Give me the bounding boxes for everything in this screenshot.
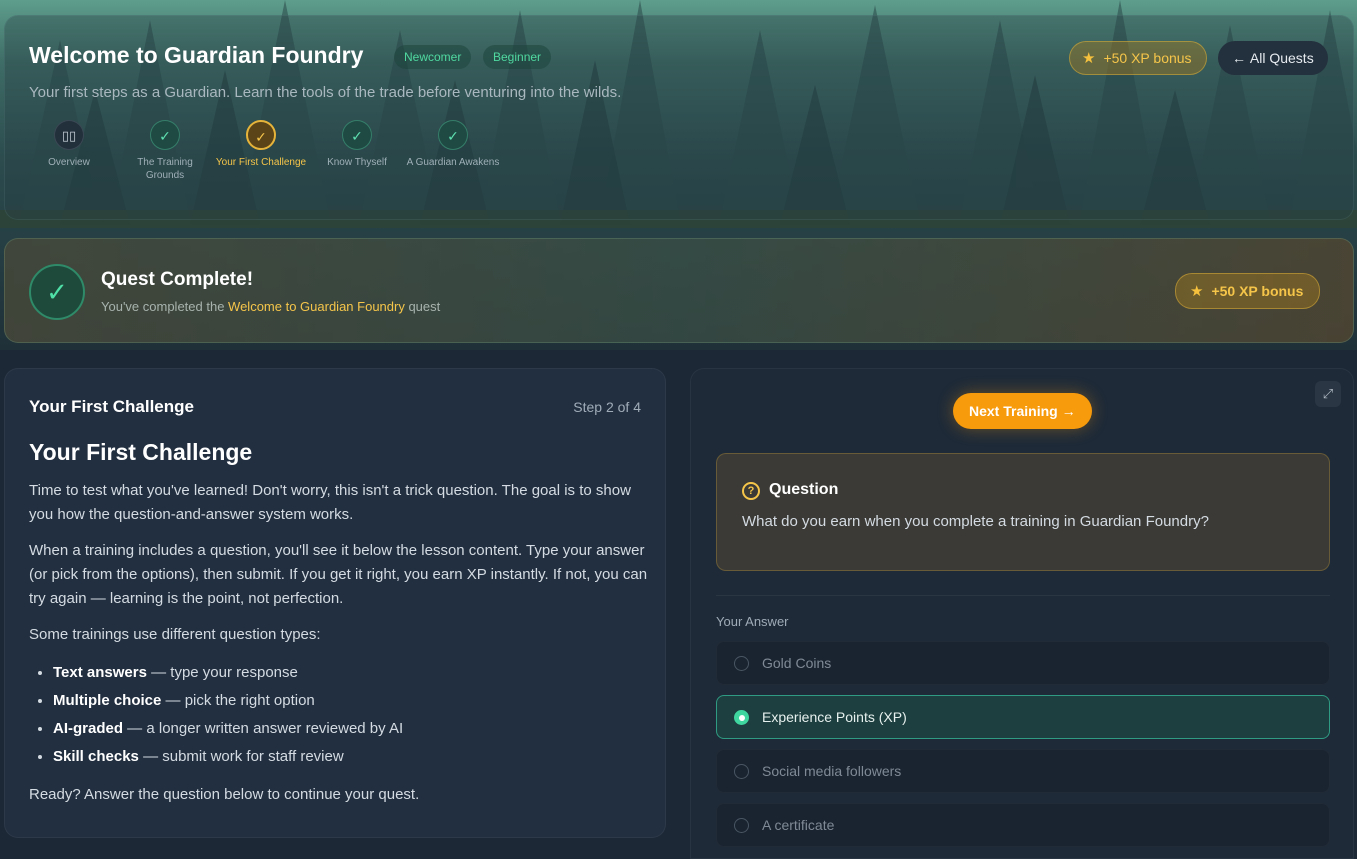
- check-icon: ✓: [342, 120, 372, 150]
- list-item-bold: Text answers: [53, 664, 147, 681]
- radio-button[interactable]: [734, 818, 749, 833]
- step-first-challenge[interactable]: ✓ Your First Challenge: [213, 120, 309, 169]
- question-box: ? Question What do you earn when you com…: [716, 453, 1330, 571]
- all-quests-button[interactable]: ← All Quests: [1218, 41, 1328, 75]
- arrow-left-icon: ←: [1232, 50, 1246, 66]
- quest-complete-subtitle: You've completed the Welcome to Guardian…: [101, 299, 440, 314]
- list-item-bold: AI-graded: [53, 720, 124, 737]
- check-circle-icon: ✓: [29, 264, 85, 320]
- book-icon: ▯▯: [54, 120, 84, 150]
- list-item-bold: Skill checks: [53, 748, 139, 765]
- list-item-text: — pick the right option: [161, 692, 315, 709]
- radio-button[interactable]: [734, 764, 749, 779]
- next-training-button[interactable]: Next Training →: [953, 393, 1092, 429]
- question-panel: ⤢ Next Training → ? Question What do you…: [690, 368, 1354, 859]
- star-icon: ★: [1190, 283, 1204, 300]
- list-item-text: — submit work for staff review: [138, 748, 344, 765]
- radio-button[interactable]: [734, 656, 749, 671]
- subtitle-prefix: You've completed the: [101, 299, 229, 314]
- lesson-paragraph: Time to test what you've learned! Don't …: [29, 482, 631, 523]
- xp-bonus-badge: ★ +50 XP bonus: [1069, 41, 1207, 75]
- check-icon: ✓: [150, 120, 180, 150]
- list-item-text: — a longer written answer reviewed by AI: [123, 720, 404, 737]
- answer-label: Your Answer: [716, 614, 789, 629]
- check-icon: ✓: [246, 120, 276, 150]
- list-item: AI-graded — a longer written answer revi…: [53, 715, 649, 743]
- lesson-body: Your First Challenge Time to test what y…: [29, 439, 649, 819]
- lesson-card-title: Your First Challenge: [29, 397, 194, 416]
- step-label: Know Thyself: [327, 157, 387, 168]
- xp-bonus-label: +50 XP bonus: [1103, 50, 1192, 66]
- step-label: The Training Grounds: [137, 157, 193, 181]
- divider: [716, 595, 1330, 596]
- lesson-heading: Your First Challenge: [29, 439, 253, 465]
- check-icon: ✓: [438, 120, 468, 150]
- tag-beginner: Beginner: [483, 45, 552, 69]
- all-quests-label: All Quests: [1249, 50, 1314, 66]
- step-tracker: ▯▯ Overview ✓ The Training Grounds ✓ You…: [5, 120, 505, 200]
- list-item-bold: Multiple choice: [53, 692, 162, 709]
- list-item: Text answers — type your response: [53, 659, 649, 687]
- quest-title: Welcome to Guardian Foundry: [29, 42, 364, 68]
- star-icon: ★: [1082, 50, 1096, 67]
- lesson-paragraph: When a training includes a question, you…: [29, 542, 648, 607]
- lesson-card: Your First Challenge Step 2 of 4 Your Fi…: [4, 368, 666, 838]
- lesson-paragraph: Ready? Answer the question below to cont…: [29, 786, 420, 803]
- quest-header: Welcome to Guardian Foundry Newcomer Beg…: [4, 15, 1354, 220]
- list-item: Skill checks — submit work for staff rev…: [53, 743, 649, 771]
- step-label: Overview: [48, 157, 90, 168]
- question-circle-icon: ?: [742, 482, 760, 500]
- quest-complete-banner: ✓ Quest Complete! You've completed the W…: [4, 238, 1354, 343]
- answer-option-xp[interactable]: Experience Points (XP): [716, 695, 1330, 739]
- answer-option-certificate[interactable]: A certificate: [716, 803, 1330, 847]
- option-label: Social media followers: [762, 763, 902, 779]
- answer-option-followers[interactable]: Social media followers: [716, 749, 1330, 793]
- answer-option-gold-coins[interactable]: Gold Coins: [716, 641, 1330, 685]
- xp-bonus-label: +50 XP bonus: [1211, 283, 1304, 299]
- option-label: A certificate: [762, 817, 835, 833]
- list-item: Multiple choice — pick the right option: [53, 687, 649, 715]
- xp-bonus-badge: ★ +50 XP bonus: [1175, 273, 1321, 309]
- question-types-list: Text answers — type your response Multip…: [53, 659, 649, 771]
- subtitle-suffix: quest: [404, 299, 441, 314]
- tag-newcomer: Newcomer: [394, 45, 472, 69]
- step-know-thyself[interactable]: ✓ Know Thyself: [309, 120, 405, 169]
- quest-subtitle: Your first steps as a Guardian. Learn th…: [29, 84, 622, 101]
- radio-button-selected[interactable]: [734, 710, 749, 725]
- quest-complete-title: Quest Complete!: [101, 269, 254, 290]
- step-counter: Step 2 of 4: [573, 399, 641, 415]
- step-overview[interactable]: ▯▯ Overview: [21, 120, 117, 169]
- question-text: What do you earn when you complete a tra…: [742, 513, 1209, 530]
- step-training-grounds[interactable]: ✓ The Training Grounds: [117, 120, 213, 182]
- option-label: Experience Points (XP): [762, 709, 907, 725]
- quest-name-link: Welcome to Guardian Foundry: [228, 299, 405, 314]
- expand-icon[interactable]: ⤢: [1315, 381, 1341, 407]
- step-label: Your First Challenge: [215, 157, 307, 168]
- option-label: Gold Coins: [762, 655, 832, 671]
- list-item-text: — type your response: [146, 664, 298, 681]
- question-label: Question: [769, 481, 839, 498]
- step-label: A Guardian Awakens: [406, 157, 500, 168]
- lesson-paragraph: Some trainings use different question ty…: [29, 626, 321, 643]
- step-guardian-awakens[interactable]: ✓ A Guardian Awakens: [405, 120, 501, 169]
